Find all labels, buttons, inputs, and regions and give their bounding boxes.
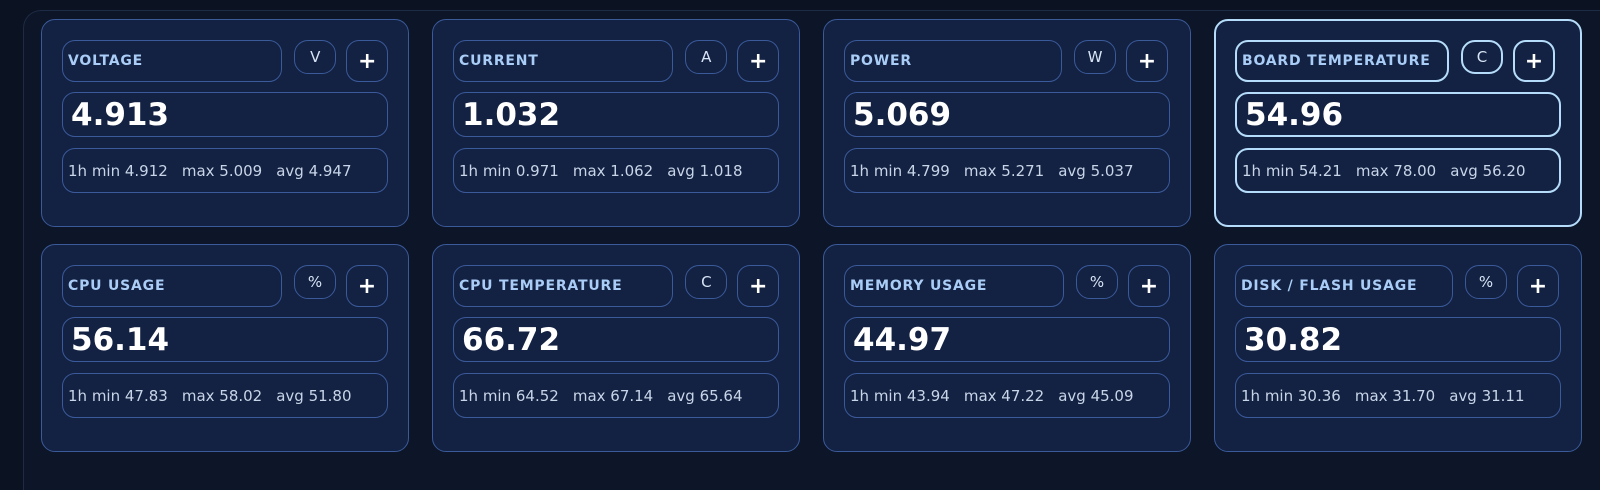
plus-icon[interactable]: + xyxy=(1128,265,1170,307)
metric-card-cpu-usage[interactable]: CPU USAGE % + 56.14 1h min 47.83 max 58.… xyxy=(41,244,409,452)
plus-icon[interactable]: + xyxy=(737,40,779,82)
plus-icon[interactable]: + xyxy=(346,265,388,307)
stat-max: max 58.02 xyxy=(181,386,263,405)
stat-avg: avg 4.947 xyxy=(276,161,352,180)
stat-min: 1h min 47.83 xyxy=(68,386,168,405)
stat-min: 1h min 4.912 xyxy=(68,161,168,180)
stat-avg: avg 51.80 xyxy=(276,386,352,405)
metric-stats: 1h min 30.36 max 31.70 avg 31.11 xyxy=(1235,373,1561,418)
stat-max: max 67.14 xyxy=(572,386,654,405)
stat-avg: avg 45.09 xyxy=(1058,386,1134,405)
metric-value: 54.96 xyxy=(1235,92,1561,137)
unit-button[interactable]: W xyxy=(1074,40,1116,74)
metric-card-board-temperature[interactable]: BOARD TEMPERATURE C + 54.96 1h min 54.21… xyxy=(1214,19,1582,227)
stat-min: 1h min 43.94 xyxy=(850,386,950,405)
metric-label: CURRENT xyxy=(453,40,674,82)
stat-max: max 47.22 xyxy=(963,386,1045,405)
metric-value: 5.069 xyxy=(844,92,1170,137)
metric-card-voltage[interactable]: VOLTAGE V + 4.913 1h min 4.912 max 5.009… xyxy=(41,19,409,227)
metric-stats: 1h min 47.83 max 58.02 avg 51.80 xyxy=(62,373,388,418)
stat-max: max 1.062 xyxy=(572,161,654,180)
metric-label: CPU USAGE xyxy=(62,265,282,307)
metric-value: 1.032 xyxy=(453,92,779,137)
stat-min: 1h min 30.36 xyxy=(1241,386,1341,405)
stat-min: 1h min 64.52 xyxy=(459,386,559,405)
stat-min: 1h min 0.971 xyxy=(459,161,559,180)
unit-button[interactable]: C xyxy=(1461,40,1503,74)
metric-value: 56.14 xyxy=(62,317,388,362)
metric-stats: 1h min 4.799 max 5.271 avg 5.037 xyxy=(844,148,1170,193)
card-header: BOARD TEMPERATURE C + xyxy=(1235,40,1561,84)
metric-card-cpu-temperature[interactable]: CPU TEMPERATURE C + 66.72 1h min 64.52 m… xyxy=(432,244,800,452)
unit-button[interactable]: % xyxy=(294,265,336,299)
metric-stats: 1h min 54.21 max 78.00 avg 56.20 xyxy=(1235,148,1561,193)
card-header: VOLTAGE V + xyxy=(62,40,388,84)
stat-avg: avg 31.11 xyxy=(1449,386,1525,405)
metric-stats: 1h min 64.52 max 67.14 avg 65.64 xyxy=(453,373,779,418)
plus-icon[interactable]: + xyxy=(346,40,388,82)
unit-button[interactable]: C xyxy=(685,265,728,299)
stat-avg: avg 1.018 xyxy=(667,161,743,180)
stat-max: max 31.70 xyxy=(1354,386,1436,405)
metric-label: POWER xyxy=(844,40,1062,82)
metric-value: 44.97 xyxy=(844,317,1170,362)
card-header: DISK / FLASH USAGE % + xyxy=(1235,265,1561,309)
metric-label: VOLTAGE xyxy=(62,40,283,82)
card-header: POWER W + xyxy=(844,40,1170,84)
unit-button[interactable]: % xyxy=(1076,265,1118,299)
metric-label: DISK / FLASH USAGE xyxy=(1235,265,1453,307)
card-header: CPU USAGE % + xyxy=(62,265,388,309)
metric-card-memory-usage[interactable]: MEMORY USAGE % + 44.97 1h min 43.94 max … xyxy=(823,244,1191,452)
stat-max: max 5.271 xyxy=(963,161,1045,180)
metric-label: CPU TEMPERATURE xyxy=(453,265,674,307)
metric-stats: 1h min 4.912 max 5.009 avg 4.947 xyxy=(62,148,388,193)
metric-card-current[interactable]: CURRENT A + 1.032 1h min 0.971 max 1.062… xyxy=(432,19,800,227)
stat-max: max 78.00 xyxy=(1355,161,1437,180)
metric-card-power[interactable]: POWER W + 5.069 1h min 4.799 max 5.271 a… xyxy=(823,19,1191,227)
metric-stats: 1h min 0.971 max 1.062 avg 1.018 xyxy=(453,148,779,193)
metric-label: BOARD TEMPERATURE xyxy=(1235,40,1449,82)
metric-value: 4.913 xyxy=(62,92,388,137)
metric-value: 66.72 xyxy=(453,317,779,362)
stat-min: 1h min 4.799 xyxy=(850,161,950,180)
unit-button[interactable]: % xyxy=(1465,265,1507,299)
card-header: CPU TEMPERATURE C + xyxy=(453,265,779,309)
plus-icon[interactable]: + xyxy=(1126,40,1168,82)
metric-card-disk-flash-usage[interactable]: DISK / FLASH USAGE % + 30.82 1h min 30.3… xyxy=(1214,244,1582,452)
plus-icon[interactable]: + xyxy=(1517,265,1559,307)
stat-avg: avg 5.037 xyxy=(1058,161,1134,180)
unit-button[interactable]: A xyxy=(685,40,728,74)
metric-value: 30.82 xyxy=(1235,317,1561,362)
stat-min: 1h min 54.21 xyxy=(1242,161,1342,180)
metric-stats: 1h min 43.94 max 47.22 avg 45.09 xyxy=(844,373,1170,418)
plus-icon[interactable]: + xyxy=(1513,40,1555,82)
metrics-grid: VOLTAGE V + 4.913 1h min 4.912 max 5.009… xyxy=(41,19,1582,452)
stat-max: max 5.009 xyxy=(181,161,263,180)
stat-avg: avg 56.20 xyxy=(1450,161,1526,180)
card-header: MEMORY USAGE % + xyxy=(844,265,1170,309)
plus-icon[interactable]: + xyxy=(737,265,779,307)
stat-avg: avg 65.64 xyxy=(667,386,743,405)
metric-label: MEMORY USAGE xyxy=(844,265,1064,307)
card-header: CURRENT A + xyxy=(453,40,779,84)
unit-button[interactable]: V xyxy=(294,40,337,74)
